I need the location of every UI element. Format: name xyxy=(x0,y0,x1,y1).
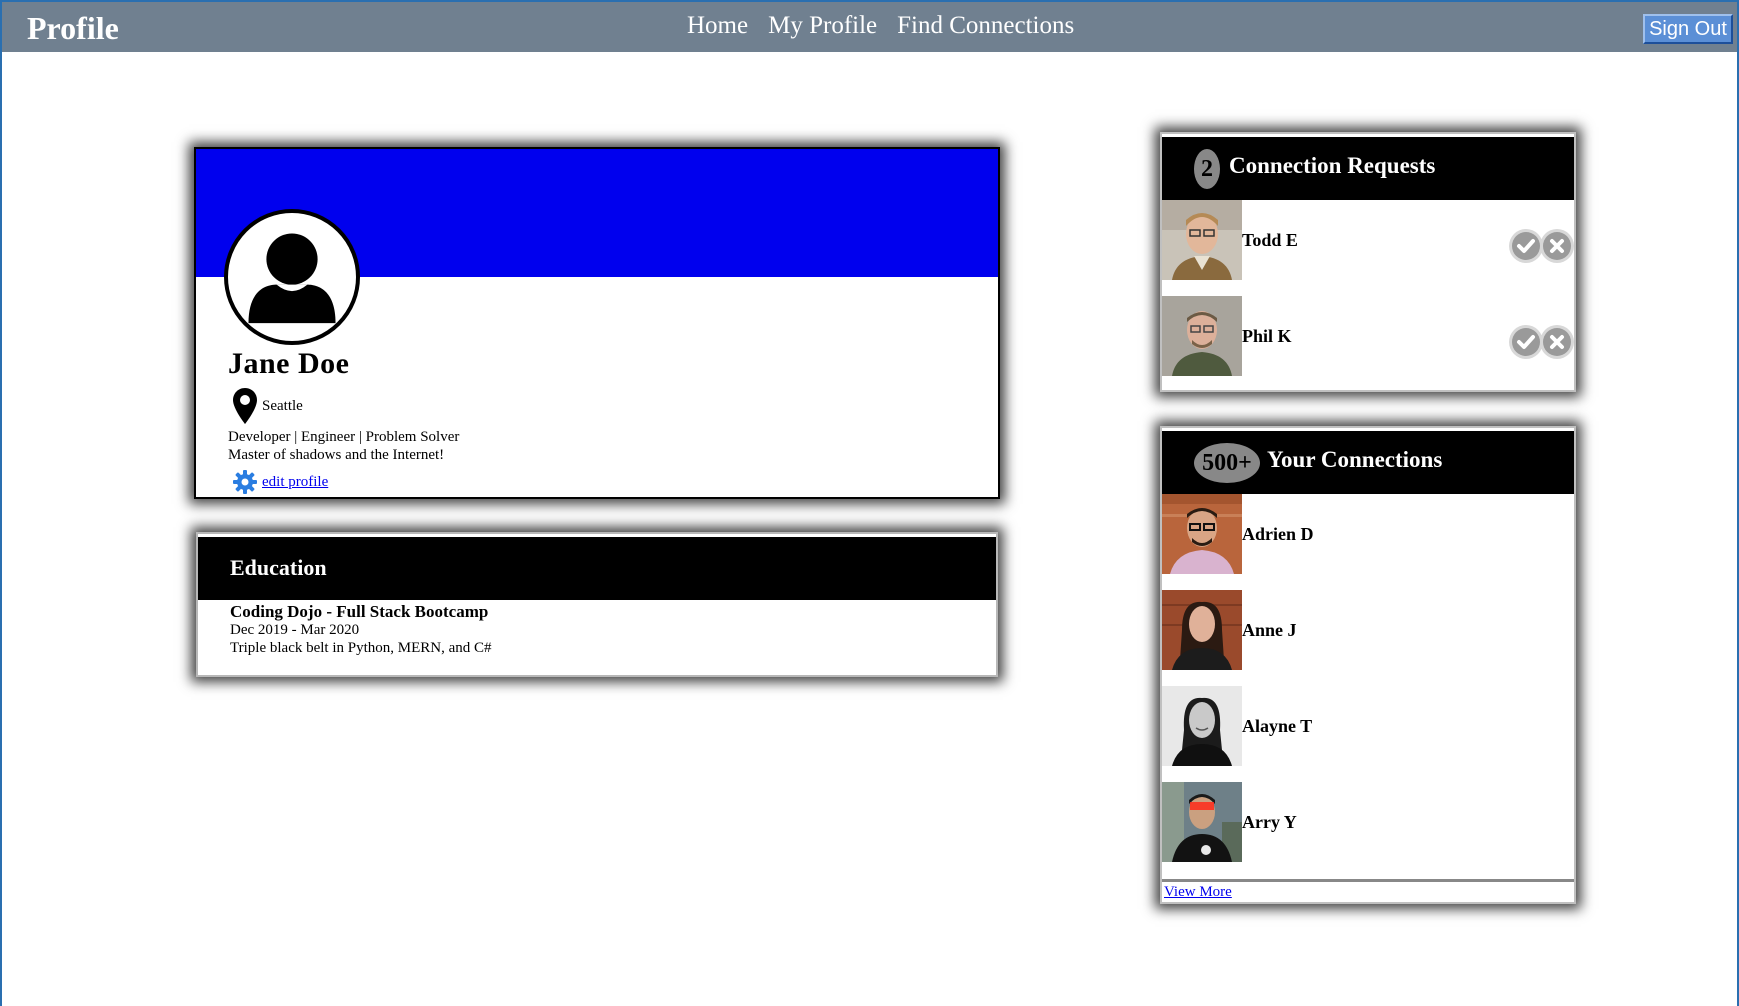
bio-line-1: Developer | Engineer | Problem Solver xyxy=(228,429,460,445)
avatar xyxy=(1162,590,1242,670)
bio-line-2: Master of shadows and the Internet! xyxy=(228,447,445,463)
profile-card: Jane Doe Seattle Developer | Engineer | … xyxy=(194,147,1000,499)
avatar xyxy=(1162,782,1242,862)
edit-profile[interactable]: edit profile xyxy=(232,469,328,495)
map-pin-icon xyxy=(233,388,257,424)
panel-divider xyxy=(1162,879,1574,882)
request-actions xyxy=(1509,325,1574,359)
avatar xyxy=(1162,494,1242,574)
connections-title: Your Connections xyxy=(1267,447,1443,472)
connection-item[interactable]: Alayne T xyxy=(1162,686,1574,766)
connection-item[interactable]: Adrien D xyxy=(1162,494,1574,574)
request-actions xyxy=(1509,229,1574,263)
connection-item[interactable]: Arry Y xyxy=(1162,782,1574,862)
requests-header: 2 Connection Requests xyxy=(1162,137,1574,200)
view-more-link[interactable]: View More xyxy=(1164,884,1232,901)
connection-name: Adrien D xyxy=(1242,524,1314,544)
nav-link-my-profile[interactable]: My Profile xyxy=(768,12,877,40)
avatar xyxy=(1162,686,1242,766)
accept-request-button[interactable] xyxy=(1509,229,1543,263)
request-name: Todd E xyxy=(1242,230,1298,250)
request-item: Phil K xyxy=(1162,296,1574,376)
requests-count-badge: 2 xyxy=(1194,149,1220,189)
profile-bio: Developer | Engineer | Problem Solver Ma… xyxy=(228,428,459,464)
avatar xyxy=(1162,200,1242,280)
education-school: Coding Dojo - Full Stack Bootcamp xyxy=(230,602,489,621)
sign-out-button[interactable]: Sign Out xyxy=(1643,14,1733,44)
accept-request-button[interactable] xyxy=(1509,325,1543,359)
check-icon xyxy=(1512,328,1540,356)
connection-requests-panel: 2 Connection Requests Todd E Phil K xyxy=(1160,132,1576,392)
close-icon xyxy=(1543,232,1571,260)
connection-name: Alayne T xyxy=(1242,716,1313,736)
user-silhouette-icon xyxy=(224,209,360,345)
edit-profile-link[interactable]: edit profile xyxy=(262,474,328,491)
education-card: Education Coding Dojo - Full Stack Bootc… xyxy=(196,532,998,677)
avatar xyxy=(1162,296,1242,376)
profile-location: Seattle xyxy=(232,387,303,425)
request-name: Phil K xyxy=(1242,326,1292,346)
top-navbar: Profile Home My Profile Find Connections… xyxy=(2,2,1737,52)
requests-title: Connection Requests xyxy=(1229,153,1436,178)
education-description: Triple black belt in Python, MERN, and C… xyxy=(230,640,492,656)
connection-item[interactable]: Anne J xyxy=(1162,590,1574,670)
connection-name: Anne J xyxy=(1242,620,1297,640)
nav-links: Home My Profile Find Connections xyxy=(687,12,1074,40)
close-icon xyxy=(1543,328,1571,356)
nav-link-home[interactable]: Home xyxy=(687,12,748,40)
connections-count-badge: 500+ xyxy=(1194,443,1260,483)
connection-name: Arry Y xyxy=(1242,812,1297,832)
decline-request-button[interactable] xyxy=(1540,229,1574,263)
decline-request-button[interactable] xyxy=(1540,325,1574,359)
request-item: Todd E xyxy=(1162,200,1574,280)
brand-title: Profile xyxy=(27,10,119,46)
education-header: Education xyxy=(198,537,996,600)
check-icon xyxy=(1512,232,1540,260)
education-dates: Dec 2019 - Mar 2020 xyxy=(230,622,360,638)
your-connections-panel: 500+ Your Connections Adrien D Anne J Al… xyxy=(1160,426,1576,904)
profile-name: Jane Doe xyxy=(228,347,350,380)
nav-link-find-connections[interactable]: Find Connections xyxy=(897,12,1074,40)
location-text: Seattle xyxy=(262,397,303,414)
gear-icon xyxy=(233,470,257,494)
education-heading: Education xyxy=(230,555,327,580)
connections-header: 500+ Your Connections xyxy=(1162,431,1574,494)
